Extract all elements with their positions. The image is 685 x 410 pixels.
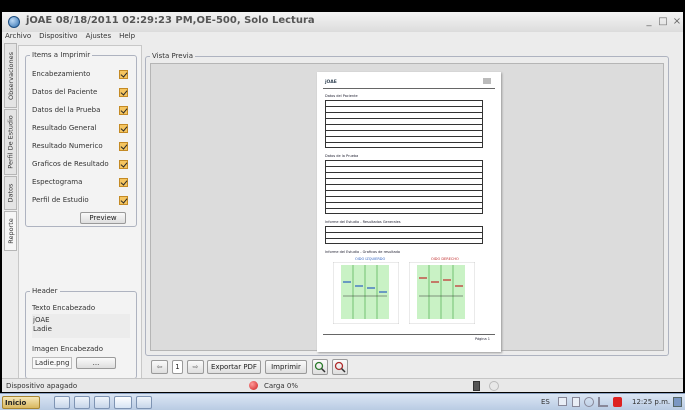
texto-encabezado-label: Texto Encabezado: [32, 304, 96, 312]
items-a-imprimir-group: Items a Imprimir Encabezamiento Datos de…: [25, 51, 137, 227]
clock: 12:25 p.m.: [632, 398, 671, 406]
title-bar: jOAE 08/18/2011 02:29:23 PM,OE-500, Solo…: [2, 12, 683, 32]
zoom-out-button[interactable]: [332, 359, 348, 375]
start-button[interactable]: Inicio: [2, 396, 40, 409]
paper-table-paciente: [325, 100, 483, 148]
header-group: Header Texto Encabezado jOAE Ladie Image…: [25, 287, 137, 379]
paper-table-resultados: [325, 226, 483, 244]
menu-bar: Archivo Dispositivo Ajustes Help: [2, 32, 135, 42]
items-legend: Items a Imprimir: [30, 51, 93, 59]
texto-encabezado-textarea[interactable]: jOAE Ladie: [32, 314, 130, 338]
imagen-encabezado-field[interactable]: Ladie.png: [32, 357, 72, 369]
security-alert-icon[interactable]: [613, 397, 622, 407]
paper-footer: Página 1: [475, 337, 490, 341]
taskbar-app-icon[interactable]: [94, 396, 110, 409]
zoom-in-button[interactable]: [312, 359, 328, 375]
taskbar-window-icon[interactable]: [136, 396, 152, 409]
checkbox-checked[interactable]: [119, 124, 128, 133]
item-espectograma[interactable]: Espectograma: [32, 176, 128, 190]
desktop: jOAE 08/18/2011 02:29:23 PM,OE-500, Solo…: [0, 0, 685, 410]
page-number-field[interactable]: 1: [172, 360, 183, 374]
device-icon: [473, 381, 480, 391]
device-status: Dispositivo apagado: [6, 382, 78, 390]
checkbox-checked[interactable]: [119, 106, 128, 115]
paper-chart-left-title: OIDO IZQUIERDO: [355, 257, 386, 261]
export-pdf-button[interactable]: Exportar PDF: [207, 360, 261, 374]
taskbar-browser-icon[interactable]: [54, 396, 70, 409]
menu-help[interactable]: Help: [119, 32, 135, 42]
window-title: jOAE 08/18/2011 02:29:23 PM,OE-500, Solo…: [26, 15, 315, 26]
tab-datos[interactable]: Datos: [4, 176, 17, 210]
paper-section-resultados: Informe del Estudio - Resultados General…: [325, 220, 401, 224]
next-page-button[interactable]: ⇨: [187, 360, 204, 374]
report-page: jOAE Datos del Paciente Datos de la Prue…: [317, 72, 501, 352]
preview-area[interactable]: jOAE Datos del Paciente Datos de la Prue…: [150, 63, 664, 352]
paper-footer-rule: [323, 334, 495, 335]
connection-icon: [489, 381, 499, 391]
checkbox-checked[interactable]: [119, 142, 128, 151]
item-datos-de-la-prueba[interactable]: Datos del la Prueba: [32, 104, 128, 118]
checkbox-checked[interactable]: [119, 88, 128, 97]
left-panel: Items a Imprimir Encabezamiento Datos de…: [18, 45, 142, 382]
preview-button[interactable]: Preview: [80, 212, 126, 224]
item-resultado-numerico[interactable]: Resultado Numerico: [32, 140, 128, 154]
zoom-out-icon: [334, 361, 346, 373]
app-window: jOAE 08/18/2011 02:29:23 PM,OE-500, Solo…: [2, 12, 683, 392]
close-button[interactable]: ×: [670, 15, 684, 29]
tab-perfil-de-estudio[interactable]: Perfil De Estudio: [4, 109, 17, 175]
checkbox-checked[interactable]: [119, 196, 128, 205]
item-resultado-general[interactable]: Resultado General: [32, 122, 128, 136]
tray-icon[interactable]: [558, 397, 567, 406]
paper-chart-right-title: OIDO DERECHO: [431, 257, 459, 261]
item-perfil-de-estudio[interactable]: Perfil de Estudio: [32, 194, 128, 208]
item-datos-del-paciente[interactable]: Datos del Paciente: [32, 86, 128, 100]
network-icon[interactable]: [598, 397, 608, 407]
paper-logo: jOAE: [325, 80, 337, 85]
vertical-tab-strip: Observaciones Perfil De Estudio Datos Re…: [4, 43, 18, 383]
paper-chart-right: [409, 262, 475, 324]
arrow-left-icon: ⇦: [156, 363, 163, 371]
imagen-encabezado-label: Imagen Encabezado: [32, 345, 104, 353]
paper-chart-left: [333, 262, 399, 324]
taskbar-folder-icon[interactable]: [74, 396, 90, 409]
zoom-in-icon: [314, 361, 326, 373]
status-bar: Dispositivo apagado Carga 0%: [2, 378, 683, 392]
checkbox-checked[interactable]: [119, 160, 128, 169]
menu-dispositivo[interactable]: Dispositivo: [39, 32, 77, 42]
paper-section-prueba: Datos de la Prueba: [325, 154, 359, 158]
language-indicator[interactable]: ES: [541, 398, 550, 406]
browse-image-button[interactable]: ...: [76, 357, 116, 369]
checkbox-checked[interactable]: [119, 178, 128, 187]
paper-section-graficos: Informe del Estudio - Graficos de result…: [325, 250, 400, 254]
vista-previa-group: Vista Previa jOAE Datos del Paciente Dat…: [145, 52, 669, 356]
volume-icon[interactable]: [584, 397, 594, 407]
show-desktop-button[interactable]: [673, 397, 682, 407]
maximize-button[interactable]: □: [656, 15, 670, 29]
paper-table-prueba: [325, 160, 483, 214]
vista-previa-legend: Vista Previa: [150, 52, 195, 60]
menu-archivo[interactable]: Archivo: [5, 32, 31, 42]
power-icon: [249, 381, 258, 390]
item-graficos-de-resultado[interactable]: Graficos de Resultado: [32, 158, 128, 172]
menu-ajustes[interactable]: Ajustes: [86, 32, 112, 42]
minimize-button[interactable]: _: [642, 15, 656, 29]
paper-section-paciente: Datos del Paciente: [325, 94, 358, 98]
checkbox-checked[interactable]: [119, 70, 128, 79]
arrow-right-icon: ⇨: [192, 363, 199, 371]
tray-icon[interactable]: [572, 397, 580, 407]
prev-page-button[interactable]: ⇦: [151, 360, 168, 374]
tab-reporte[interactable]: Reporte: [4, 211, 17, 251]
header-legend: Header: [30, 287, 60, 295]
tab-observaciones[interactable]: Observaciones: [4, 43, 17, 108]
taskbar: Inicio ES 12:25 p.m.: [0, 393, 685, 410]
print-button[interactable]: Imprimir: [265, 360, 307, 374]
paper-rule: [323, 88, 495, 89]
item-encabezamiento[interactable]: Encabezamiento: [32, 68, 128, 82]
paper-logo-graphic: [483, 78, 491, 84]
carga-status: Carga 0%: [264, 382, 298, 390]
taskbar-joae-icon[interactable]: [114, 396, 132, 409]
app-logo-icon: [8, 16, 20, 28]
